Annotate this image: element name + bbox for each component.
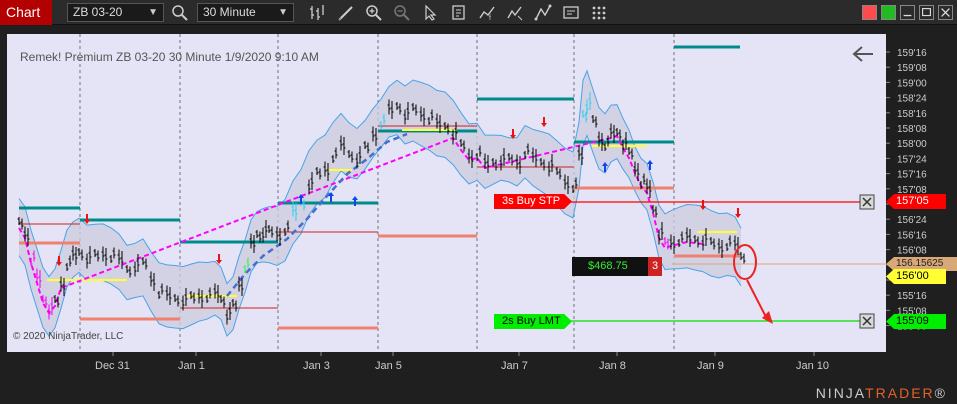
- limit-order-price-tag: 155'09: [886, 314, 946, 329]
- price-chart-svg: [17, 34, 886, 352]
- date-tick-label: Jan 10: [796, 360, 829, 372]
- pencil-icon[interactable]: [336, 3, 356, 22]
- date-tick-label: Jan 7: [501, 360, 528, 372]
- price-tick-label: 159'08: [897, 63, 927, 74]
- interval-value: 30 Minute: [203, 5, 256, 19]
- price-tick-label: 158'16: [897, 109, 927, 120]
- time-axis[interactable]: Dec 31 Jan 1 Jan 3 Jan 5 Jan 7 Jan 8 Jan 9 Jan …: [7, 352, 886, 382]
- cancel-stop-order-icon[interactable]: [859, 194, 875, 210]
- chart-trader-icon[interactable]: [561, 3, 581, 22]
- time-axis-svg: Dec 31 Jan 1 Jan 3 Jan 5 Jan 7 Jan 8 Jan 9 Jan …: [95, 352, 829, 372]
- price-tick-label: 159'16: [897, 48, 927, 59]
- buy-signal-arrow-head: [647, 160, 653, 164]
- date-tick-label: Jan 1: [178, 360, 205, 372]
- price-tick-label: 156'24: [897, 215, 927, 226]
- pointer-icon[interactable]: [420, 3, 440, 22]
- price-tick-label: 158'08: [897, 124, 927, 135]
- chart-toolbar: Chart ZB 03-20 ▼ 30 Minute ▼ f: [0, 0, 957, 25]
- price-tick-label: 158'00: [897, 139, 927, 150]
- data-box-icon[interactable]: [589, 3, 609, 22]
- stop-order-price-tag: 157'05: [886, 194, 946, 209]
- buy-signal-arrow-head: [352, 196, 358, 200]
- instrument-selector[interactable]: ZB 03-20 ▼: [67, 3, 164, 22]
- minimize-icon[interactable]: [900, 5, 915, 20]
- link-color-green-button[interactable]: [881, 5, 896, 20]
- ninjatrader-chart-window: Chart ZB 03-20 ▼ 30 Minute ▼ f Remek! Pr…: [0, 0, 957, 404]
- price-tick-label: 156'08: [897, 246, 927, 257]
- chart-tab[interactable]: Chart: [0, 0, 52, 25]
- position-pnl-badge[interactable]: $468.75: [572, 257, 648, 276]
- chevron-down-icon: ▼: [148, 7, 158, 18]
- maximize-icon[interactable]: [919, 5, 934, 20]
- instrument-value: ZB 03-20: [73, 5, 123, 19]
- zoom-out-icon[interactable]: [392, 3, 412, 22]
- date-tick-label: Jan 8: [599, 360, 626, 372]
- price-tick-label: 159'00: [897, 78, 927, 89]
- copyright-text: © 2020 NinjaTrader, LLC: [13, 331, 124, 342]
- date-tick-label: Jan 3: [303, 360, 330, 372]
- price-axis-svg: 159'16 159'08 159'00 158'24 158'16 158'08 158'…: [886, 48, 927, 333]
- indicators-icon[interactable]: f: [477, 3, 497, 22]
- ninjatrader-logo: NINJATRADER®: [816, 385, 947, 401]
- chart-info-text: Remek! Premium ZB 03-20 30 Minute 1/9/20…: [20, 50, 319, 64]
- cancel-limit-order-icon[interactable]: [859, 313, 875, 329]
- footer: NINJATRADER®: [0, 382, 957, 404]
- logo-registered: ®: [934, 385, 947, 401]
- stop-order-tag[interactable]: 3s Buy STP: [494, 194, 572, 209]
- price-chart-panel[interactable]: Remek! Premium ZB 03-20 30 Minute 1/9/20…: [7, 34, 886, 352]
- link-color-red-button[interactable]: [862, 5, 877, 20]
- position-qty-badge[interactable]: 3: [648, 257, 662, 276]
- interval-selector[interactable]: 30 Minute ▼: [197, 3, 294, 22]
- close-icon[interactable]: [938, 5, 953, 20]
- price-tick-label: 158'24: [897, 94, 927, 105]
- back-arrow-icon[interactable]: [852, 46, 873, 62]
- search-icon[interactable]: [170, 3, 190, 22]
- last-price-tag: 156.15625: [886, 257, 957, 271]
- current-price-tag: 156'00: [886, 269, 946, 284]
- date-tick-label: Jan 5: [375, 360, 402, 372]
- price-tick-label: 157'16: [897, 170, 927, 181]
- chevron-down-icon: ▼: [278, 7, 288, 18]
- price-tick-label: 157'24: [897, 154, 927, 165]
- zoom-in-icon[interactable]: [364, 3, 384, 22]
- drawing-tools-icon[interactable]: [533, 3, 553, 22]
- svg-text:f: f: [489, 15, 491, 22]
- properties-icon[interactable]: [449, 3, 469, 22]
- bar-type-icon[interactable]: [307, 3, 327, 22]
- strategies-icon[interactable]: [505, 3, 525, 22]
- date-tick-label: Jan 9: [697, 360, 724, 372]
- volatility-band-fill: [19, 70, 741, 337]
- limit-order-tag[interactable]: 2s Buy LMT: [494, 314, 572, 329]
- logo-ninja: NINJA: [815, 385, 866, 401]
- date-tick-label: Dec 31: [95, 360, 130, 372]
- logo-trader: TRADER: [865, 385, 935, 401]
- highlight-arrow-shaft: [746, 279, 768, 320]
- price-tick-label: 155'16: [897, 291, 927, 302]
- price-tick-label: 156'16: [897, 230, 927, 241]
- price-axis[interactable]: 159'16 159'08 159'00 158'24 158'16 158'08 158'…: [886, 34, 957, 352]
- sell-signal-arrow-head: [541, 123, 547, 127]
